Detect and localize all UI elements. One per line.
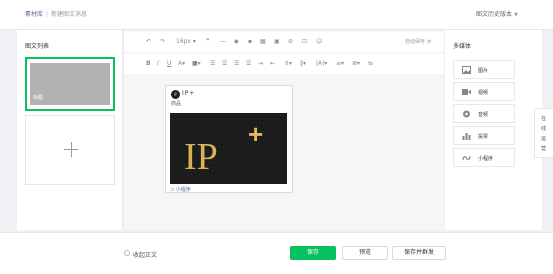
card-name: IP+: [182, 90, 196, 97]
divider-icon[interactable]: —: [220, 38, 226, 46]
align-center-icon[interactable]: ☰: [222, 60, 227, 68]
mini-program-icon: ⊃: [170, 187, 175, 193]
history-version-dropdown[interactable]: 图文历史版本 ▼: [476, 9, 518, 18]
article-list-title: 图文列表: [25, 43, 50, 50]
media-item-vote[interactable]: 投票: [453, 126, 515, 145]
ordered-list-icon[interactable]: ≡▾: [336, 60, 344, 68]
media-item-image[interactable]: 图片: [453, 60, 515, 79]
superscript-icon[interactable]: ≣▾: [352, 60, 360, 68]
outdent-icon[interactable]: ⇤: [270, 60, 275, 68]
collapse-body-label[interactable]: 收起正文: [133, 250, 157, 259]
align-right-icon[interactable]: ☰: [234, 60, 239, 68]
card-subtitle: 商品: [171, 101, 182, 107]
multimedia-title: 多媒体: [453, 43, 472, 50]
text-direction-icon[interactable]: ⇆: [368, 60, 373, 68]
image-icon[interactable]: ▣: [274, 38, 280, 46]
letter-spacing-icon[interactable]: ‖▾: [300, 60, 306, 68]
save-and-mass-send-button[interactable]: 保存并群发: [392, 246, 446, 260]
video-icon: [462, 89, 471, 95]
media-item-audio[interactable]: 音频: [453, 104, 515, 123]
card-footer: ⊃ 小程序: [170, 186, 191, 193]
italic-icon[interactable]: I: [157, 60, 159, 68]
redo-icon[interactable]: ↷: [160, 38, 165, 46]
table-icon[interactable]: ▦: [260, 38, 266, 46]
breadcrumb-material-library[interactable]: 素材库: [25, 11, 43, 18]
media-item-video[interactable]: 视频: [453, 82, 515, 101]
underline-icon[interactable]: U: [167, 60, 171, 68]
quote-icon[interactable]: ❞: [206, 38, 209, 46]
media-item-label: 小程序: [478, 156, 494, 162]
bold-icon[interactable]: B: [146, 60, 151, 68]
article-thumbnail-selected[interactable]: 标题: [25, 57, 115, 111]
toolbar-row-2: B I U A▾ ■▾ ☰ ☰ ☰ ☰ ⇥ ⇤ ⇕▾ ‖▾ |A|▾ ≡▾ ≣▾…: [124, 54, 444, 74]
add-article-button[interactable]: [25, 115, 115, 185]
history-version-label: 图文历史版本: [476, 11, 513, 18]
side-button-char: 线: [541, 126, 547, 132]
side-button-char: 运: [541, 136, 547, 142]
background-color-icon[interactable]: ■▾: [192, 60, 201, 68]
media-item-label: 视频: [478, 90, 489, 96]
breadcrumb: 素材库 / 新建图文消息: [25, 9, 87, 18]
link-icon[interactable]: ⊘: [288, 38, 293, 46]
card-image-plus: +: [248, 119, 263, 149]
ip-plus-logo: IP +: [170, 113, 287, 184]
thumbnail-caption: 标题: [33, 95, 44, 101]
side-button-char: 在: [541, 116, 547, 122]
font-color-icon[interactable]: A▾: [178, 60, 185, 68]
breadcrumb-separator: /: [46, 11, 49, 18]
media-item-label: 图片: [478, 68, 489, 74]
preview-button[interactable]: 预览: [342, 246, 388, 260]
breadcrumb-current: 新建图文消息: [51, 11, 88, 18]
toolbar-row-1: ↶ ↷ 16px ▾ ❞ — ◆ ▪ ▦ ▣ ⊘ ⊡ ☺ 自动保存 ◔: [124, 32, 444, 52]
card-image: IP +: [170, 113, 287, 184]
mini-program-card[interactable]: IP IP+ 商品 IP + ⊃ 小程序: [165, 85, 293, 193]
line-height-icon[interactable]: ⇕▾: [284, 60, 292, 68]
media-item-label: 投票: [478, 134, 489, 140]
multimedia-panel: 多媒体 图片 视频 音频 投票 小程序: [445, 30, 542, 230]
align-justify-icon[interactable]: ☰: [246, 60, 251, 68]
media-item-label: 音频: [478, 112, 489, 118]
top-bar: 素材库 / 新建图文消息 图文历史版本 ▼: [0, 0, 553, 30]
plus-icon-vertical: [71, 142, 72, 157]
side-button-char: 营: [541, 146, 547, 152]
eraser-icon[interactable]: ◆: [234, 38, 239, 46]
online-operation-button[interactable]: 在 线 运 营: [534, 108, 553, 158]
autosave-label: 自动保存: [405, 39, 426, 45]
chevron-down-icon: ▼: [514, 12, 518, 18]
code-icon[interactable]: ⊡: [302, 38, 307, 46]
format-painter-icon[interactable]: ▪: [248, 38, 252, 46]
align-left-icon[interactable]: ☰: [210, 60, 215, 68]
emoji-icon[interactable]: ☺: [316, 38, 322, 46]
list-icon[interactable]: |A|▾: [316, 60, 327, 68]
article-list-panel: 图文列表 标题: [17, 30, 123, 230]
undo-icon[interactable]: ↶: [146, 38, 151, 46]
autosave-toggle[interactable]: 自动保存 ◔: [405, 38, 431, 45]
indent-icon[interactable]: ⇥: [258, 60, 263, 68]
card-image-text: IP: [184, 136, 218, 178]
audio-icon: [463, 110, 470, 118]
card-logo: IP: [171, 90, 180, 99]
font-size-select[interactable]: 16px ▾: [176, 38, 196, 46]
collapse-body-radio[interactable]: [124, 250, 130, 256]
image-icon: [462, 66, 471, 74]
vote-icon: [462, 133, 471, 140]
footer-bar: 收起正文 保存 预览 保存并群发: [0, 232, 553, 274]
media-item-mini-program[interactable]: 小程序: [453, 148, 515, 167]
font-size-value: 16px: [176, 38, 191, 45]
card-footer-label: 小程序: [175, 187, 191, 193]
save-button[interactable]: 保存: [290, 246, 336, 260]
mini-program-icon: [462, 155, 471, 161]
